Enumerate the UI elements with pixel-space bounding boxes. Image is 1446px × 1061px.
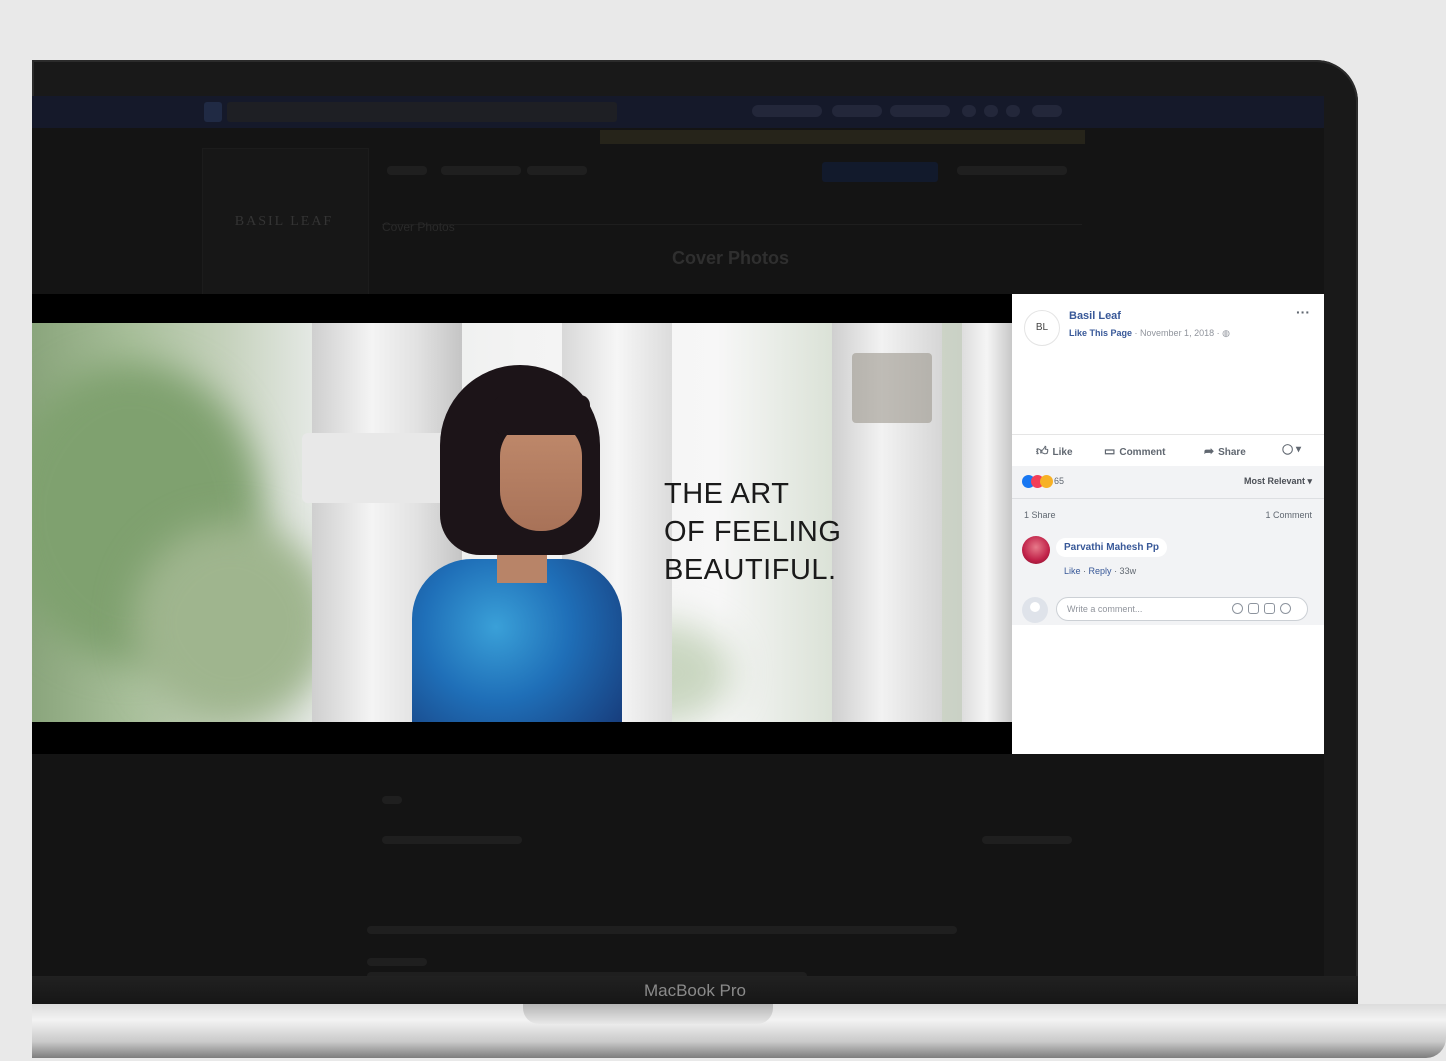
search-input[interactable]: [227, 102, 617, 122]
like-page-button[interactable]: [822, 162, 938, 182]
like-page-link[interactable]: Like This Page: [1069, 328, 1132, 338]
post-meta: Like This Page · November 1, 2018 · ◍: [1069, 328, 1230, 339]
reaction-summary[interactable]: 65 Most Relevant ▾: [1012, 466, 1324, 499]
home-link[interactable]: [832, 105, 882, 117]
more-options-icon[interactable]: ···: [1296, 304, 1310, 320]
post-actions: 👍︎ Like ▭ Comment ➦ Share ◯ ▾: [1012, 434, 1324, 465]
help-icon[interactable]: [1032, 105, 1062, 117]
section-title: Cover Photos: [672, 248, 790, 268]
friends-icon[interactable]: [962, 105, 976, 117]
brand-logo: BASIL LEAF: [234, 214, 334, 229]
comment-bubble: Parvathi Mahesh Pp: [1056, 538, 1168, 557]
facebook-topbar: [32, 96, 1324, 128]
photo-caption: THE ART OF FEELING BEAUTIFUL.: [664, 478, 842, 586]
share-button[interactable]: ➦ Share: [1204, 444, 1246, 458]
profile-link[interactable]: [752, 105, 822, 117]
page-avatar[interactable]: BL: [1024, 310, 1060, 346]
comment-age[interactable]: · 33w: [1114, 566, 1136, 576]
page-name-link[interactable]: Basil Leaf: [1069, 310, 1121, 322]
user-avatar: [1022, 597, 1048, 623]
haha-reaction-icon: [1040, 475, 1053, 488]
reaction-count[interactable]: 65: [1054, 476, 1064, 486]
sticker-icon[interactable]: [1280, 603, 1291, 614]
emoji-icon[interactable]: [1232, 603, 1243, 614]
notifications-icon[interactable]: [1006, 105, 1020, 117]
comment-icon: ▭: [1104, 444, 1116, 458]
sort-dropdown[interactable]: Most Relevant ▾: [1244, 476, 1312, 487]
reaction-selector[interactable]: ◯ ▾: [1282, 444, 1301, 455]
model-figure: [412, 559, 622, 722]
comment-reply-link[interactable]: Reply: [1089, 566, 1112, 576]
comments-section: 65 Most Relevant ▾ 1 Share 1 Comment Par…: [1012, 466, 1324, 625]
create-link[interactable]: [890, 105, 950, 117]
cover-photo[interactable]: THE ART OF FEELING BEAUTIFUL.: [32, 323, 1012, 722]
laptop-notch: [523, 1004, 773, 1024]
comment-count[interactable]: 1 Comment: [1265, 510, 1312, 520]
share-count[interactable]: 1 Share: [1024, 510, 1056, 520]
profile-small-icon: ◯: [1282, 444, 1294, 455]
share-icon: ➦: [1204, 444, 1215, 458]
camera-icon[interactable]: [1248, 603, 1259, 614]
comment-button[interactable]: ▭ Comment: [1104, 444, 1165, 458]
commenter-name-link[interactable]: Parvathi Mahesh Pp: [1064, 542, 1159, 553]
album-title[interactable]: Cover Photos: [382, 220, 455, 234]
post-date[interactable]: · November 1, 2018 ·: [1135, 328, 1220, 338]
messenger-icon[interactable]: [984, 105, 998, 117]
globe-icon: ◍: [1222, 328, 1230, 338]
facebook-logo-icon[interactable]: [204, 102, 222, 122]
laptop-screen: BASIL LEAF Cover Photos Cover Photos THE…: [32, 96, 1324, 976]
thumbs-up-icon: 👍︎: [1036, 444, 1049, 458]
comment-like-link[interactable]: Like: [1064, 566, 1081, 576]
post-sidebar: BL Basil Leaf Like This Page · November …: [1012, 294, 1324, 754]
comment-actions: Like · Reply · 33w: [1064, 566, 1137, 576]
commenter-avatar[interactable]: [1022, 536, 1050, 564]
laptop-chin: MacBook Pro: [32, 976, 1358, 1005]
like-button[interactable]: 👍︎ Like: [1036, 444, 1073, 459]
page-tabs: [377, 158, 1077, 184]
notice-banner: [600, 130, 1085, 144]
gif-icon[interactable]: [1264, 603, 1275, 614]
chevron-down-icon: ▾: [1295, 444, 1302, 455]
